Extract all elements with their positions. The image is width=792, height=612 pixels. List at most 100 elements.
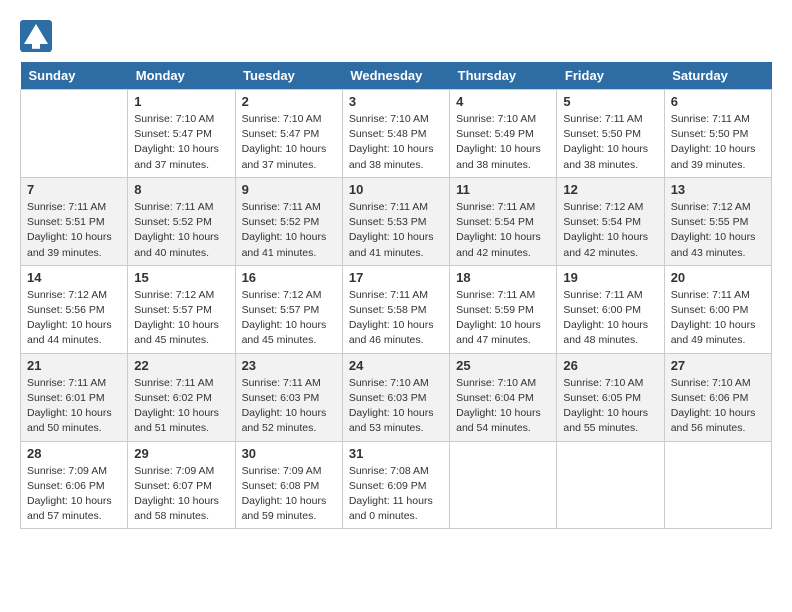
- calendar-week-row: 21 Sunrise: 7:11 AMSunset: 6:01 PMDayligh…: [21, 353, 772, 441]
- calendar-cell: 29 Sunrise: 7:09 AMSunset: 6:07 PMDayligh…: [128, 441, 235, 529]
- day-number: 21: [27, 358, 121, 373]
- day-info: Sunrise: 7:11 AMSunset: 5:54 PMDaylight:…: [456, 200, 550, 261]
- day-info: Sunrise: 7:10 AMSunset: 5:47 PMDaylight:…: [242, 112, 336, 173]
- calendar-cell: 24 Sunrise: 7:10 AMSunset: 6:03 PMDayligh…: [342, 353, 449, 441]
- day-number: 14: [27, 270, 121, 285]
- day-number: 18: [456, 270, 550, 285]
- day-number: 11: [456, 182, 550, 197]
- day-info: Sunrise: 7:11 AMSunset: 5:50 PMDaylight:…: [671, 112, 765, 173]
- weekday-header-wednesday: Wednesday: [342, 62, 449, 90]
- day-number: 19: [563, 270, 657, 285]
- day-number: 3: [349, 94, 443, 109]
- day-info: Sunrise: 7:10 AMSunset: 6:05 PMDaylight:…: [563, 376, 657, 437]
- calendar-cell: 5 Sunrise: 7:11 AMSunset: 5:50 PMDaylight…: [557, 90, 664, 178]
- calendar-cell: 17 Sunrise: 7:11 AMSunset: 5:58 PMDayligh…: [342, 265, 449, 353]
- calendar-cell: 9 Sunrise: 7:11 AMSunset: 5:52 PMDaylight…: [235, 177, 342, 265]
- day-info: Sunrise: 7:11 AMSunset: 6:00 PMDaylight:…: [563, 288, 657, 349]
- calendar-week-row: 1 Sunrise: 7:10 AMSunset: 5:47 PMDaylight…: [21, 90, 772, 178]
- weekday-header-sunday: Sunday: [21, 62, 128, 90]
- day-number: 30: [242, 446, 336, 461]
- day-info: Sunrise: 7:11 AMSunset: 5:58 PMDaylight:…: [349, 288, 443, 349]
- day-info: Sunrise: 7:10 AMSunset: 6:03 PMDaylight:…: [349, 376, 443, 437]
- calendar-cell: 31Sunrise: 7:08 AMSunset: 6:09 PMDayligh…: [342, 441, 449, 529]
- calendar-cell: 23Sunrise: 7:11 AMSunset: 6:03 PMDayligh…: [235, 353, 342, 441]
- day-info: Sunrise: 7:09 AMSunset: 6:06 PMDaylight:…: [27, 464, 121, 525]
- calendar-cell: 19 Sunrise: 7:11 AMSunset: 6:00 PMDayligh…: [557, 265, 664, 353]
- weekday-header-tuesday: Tuesday: [235, 62, 342, 90]
- calendar-cell: 18 Sunrise: 7:11 AMSunset: 5:59 PMDayligh…: [450, 265, 557, 353]
- calendar-cell: 25 Sunrise: 7:10 AMSunset: 6:04 PMDayligh…: [450, 353, 557, 441]
- day-number: 10: [349, 182, 443, 197]
- calendar-cell: 30 Sunrise: 7:09 AMSunset: 6:08 PMDayligh…: [235, 441, 342, 529]
- weekday-header-thursday: Thursday: [450, 62, 557, 90]
- logo: [20, 20, 56, 52]
- day-number: 25: [456, 358, 550, 373]
- calendar-cell: 16Sunrise: 7:12 AMSunset: 5:57 PMDayligh…: [235, 265, 342, 353]
- calendar-cell: 27 Sunrise: 7:10 AMSunset: 6:06 PMDayligh…: [664, 353, 771, 441]
- day-number: 15: [134, 270, 228, 285]
- day-number: 20: [671, 270, 765, 285]
- day-info: Sunrise: 7:11 AMSunset: 5:51 PMDaylight:…: [27, 200, 121, 261]
- calendar-cell: 3Sunrise: 7:10 AMSunset: 5:48 PMDaylight…: [342, 90, 449, 178]
- day-number: 8: [134, 182, 228, 197]
- day-number: 13: [671, 182, 765, 197]
- day-info: Sunrise: 7:09 AMSunset: 6:08 PMDaylight:…: [242, 464, 336, 525]
- day-info: Sunrise: 7:11 AMSunset: 5:53 PMDaylight:…: [349, 200, 443, 261]
- calendar-week-row: 7 Sunrise: 7:11 AMSunset: 5:51 PMDaylight…: [21, 177, 772, 265]
- day-number: 1: [134, 94, 228, 109]
- calendar-cell: 2 Sunrise: 7:10 AMSunset: 5:47 PMDaylight…: [235, 90, 342, 178]
- calendar-cell: 7 Sunrise: 7:11 AMSunset: 5:51 PMDaylight…: [21, 177, 128, 265]
- day-number: 23: [242, 358, 336, 373]
- day-number: 31: [349, 446, 443, 461]
- weekday-header-friday: Friday: [557, 62, 664, 90]
- day-number: 9: [242, 182, 336, 197]
- day-info: Sunrise: 7:12 AMSunset: 5:57 PMDaylight:…: [242, 288, 336, 349]
- weekday-header-monday: Monday: [128, 62, 235, 90]
- day-info: Sunrise: 7:11 AMSunset: 6:00 PMDaylight:…: [671, 288, 765, 349]
- calendar-cell: 26 Sunrise: 7:10 AMSunset: 6:05 PMDayligh…: [557, 353, 664, 441]
- day-info: Sunrise: 7:11 AMSunset: 5:52 PMDaylight:…: [134, 200, 228, 261]
- calendar-week-row: 14 Sunrise: 7:12 AMSunset: 5:56 PMDayligh…: [21, 265, 772, 353]
- day-info: Sunrise: 7:11 AMSunset: 6:02 PMDaylight:…: [134, 376, 228, 437]
- calendar-cell: [450, 441, 557, 529]
- calendar-cell: [21, 90, 128, 178]
- calendar-cell: 8 Sunrise: 7:11 AMSunset: 5:52 PMDaylight…: [128, 177, 235, 265]
- day-number: 26: [563, 358, 657, 373]
- calendar-cell: 13 Sunrise: 7:12 AMSunset: 5:55 PMDayligh…: [664, 177, 771, 265]
- day-info: Sunrise: 7:12 AMSunset: 5:54 PMDaylight:…: [563, 200, 657, 261]
- calendar-cell: 14 Sunrise: 7:12 AMSunset: 5:56 PMDayligh…: [21, 265, 128, 353]
- day-info: Sunrise: 7:11 AMSunset: 5:52 PMDaylight:…: [242, 200, 336, 261]
- day-info: Sunrise: 7:09 AMSunset: 6:07 PMDaylight:…: [134, 464, 228, 525]
- day-number: 7: [27, 182, 121, 197]
- day-info: Sunrise: 7:10 AMSunset: 6:04 PMDaylight:…: [456, 376, 550, 437]
- calendar-cell: 11 Sunrise: 7:11 AMSunset: 5:54 PMDayligh…: [450, 177, 557, 265]
- calendar-cell: 12Sunrise: 7:12 AMSunset: 5:54 PMDayligh…: [557, 177, 664, 265]
- day-info: Sunrise: 7:12 AMSunset: 5:55 PMDaylight:…: [671, 200, 765, 261]
- day-number: 5: [563, 94, 657, 109]
- day-info: Sunrise: 7:12 AMSunset: 5:57 PMDaylight:…: [134, 288, 228, 349]
- day-number: 27: [671, 358, 765, 373]
- day-info: Sunrise: 7:10 AMSunset: 6:06 PMDaylight:…: [671, 376, 765, 437]
- calendar-week-row: 28 Sunrise: 7:09 AMSunset: 6:06 PMDayligh…: [21, 441, 772, 529]
- day-number: 17: [349, 270, 443, 285]
- day-number: 22: [134, 358, 228, 373]
- weekday-header-saturday: Saturday: [664, 62, 771, 90]
- day-number: 4: [456, 94, 550, 109]
- calendar-table: SundayMondayTuesdayWednesdayThursdayFrid…: [20, 62, 772, 529]
- day-info: Sunrise: 7:11 AMSunset: 6:01 PMDaylight:…: [27, 376, 121, 437]
- calendar-cell: 21 Sunrise: 7:11 AMSunset: 6:01 PMDayligh…: [21, 353, 128, 441]
- day-info: Sunrise: 7:11 AMSunset: 5:50 PMDaylight:…: [563, 112, 657, 173]
- weekday-header-row: SundayMondayTuesdayWednesdayThursdayFrid…: [21, 62, 772, 90]
- day-info: Sunrise: 7:11 AMSunset: 5:59 PMDaylight:…: [456, 288, 550, 349]
- calendar-cell: 6 Sunrise: 7:11 AMSunset: 5:50 PMDaylight…: [664, 90, 771, 178]
- day-number: 28: [27, 446, 121, 461]
- calendar-cell: [664, 441, 771, 529]
- day-number: 2: [242, 94, 336, 109]
- day-info: Sunrise: 7:10 AMSunset: 5:49 PMDaylight:…: [456, 112, 550, 173]
- day-info: Sunrise: 7:12 AMSunset: 5:56 PMDaylight:…: [27, 288, 121, 349]
- day-number: 24: [349, 358, 443, 373]
- calendar-cell: 20 Sunrise: 7:11 AMSunset: 6:00 PMDayligh…: [664, 265, 771, 353]
- day-number: 6: [671, 94, 765, 109]
- day-info: Sunrise: 7:10 AMSunset: 5:47 PMDaylight:…: [134, 112, 228, 173]
- day-number: 29: [134, 446, 228, 461]
